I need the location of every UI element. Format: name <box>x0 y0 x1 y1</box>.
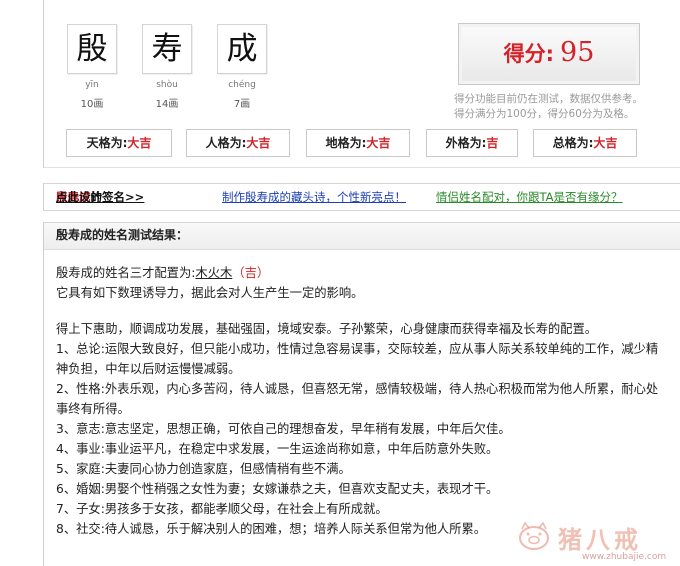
sancai-value: 木火木 <box>195 266 233 280</box>
score-note-2: 得分满分为100分，得分60分为及格。 <box>454 108 635 120</box>
result-header: 殷寿成的姓名测试结果： <box>44 223 680 250</box>
grade-zongge-value: 大吉 <box>593 136 618 150</box>
result-item-5: 5、家庭:夫妻同心协力创造家庭，但感情稍有些不满。 <box>56 462 351 476</box>
grade-waige-label: 外格为: <box>445 136 487 150</box>
name-char-2: 寿 <box>142 24 192 74</box>
result-item-4: 4、事业:事业运平凡，在稳定中求发展，一生运途尚称如意，中年后防意外失败。 <box>56 442 499 456</box>
sancai-prefix: 殷寿成的姓名三才配置为: <box>56 266 196 280</box>
result-item-1: 1、总论:运限大致良好，但只能小成功，性情过急容易误事，交际较差，应从事人际关系… <box>56 342 659 376</box>
design-signature-link[interactable]: 点此设计 殷寿成的签名>> <box>56 184 144 210</box>
result-summary: 得上下惠助，顺调成功发展，基础强固，境域安泰。子孙繁荣，心身健康而获得幸福及长寿… <box>56 322 598 336</box>
sancai-grade: （吉） <box>232 266 270 280</box>
name-char-1-strokes: 10画 <box>80 99 104 110</box>
action-link-bar: 点此设计 殷寿成的签名>> 制作殷寿成的藏头诗，个性新亮点！ 情侣姓名配对，你跟T… <box>43 183 680 211</box>
grade-renge: 人格为:大吉 <box>186 129 290 157</box>
name-char-1: 殷 <box>67 24 117 74</box>
couple-name-match-link[interactable]: 情侣姓名配对，你跟TA是否有缘分？ <box>436 184 623 210</box>
name-char-2-pinyin: shòu <box>156 80 178 90</box>
grade-renge-label: 人格为: <box>205 136 247 150</box>
name-char-2-strokes: 14画 <box>155 99 179 110</box>
grade-tiange: 天格为:大吉 <box>66 129 172 157</box>
grade-dige: 地格为:大吉 <box>306 129 410 157</box>
score-value: 95 <box>560 37 595 68</box>
site-watermark: 猪八戒 www.zhubajie.com <box>516 520 672 564</box>
score-note-1: 得分功能目前仍在测试，数据仅供参考。 <box>454 93 643 105</box>
name-char-3: 成 <box>217 24 267 74</box>
result-item-7: 7、子女:男孩多于女孩，都能孝顺父母，在社会上有所成就。 <box>56 502 388 516</box>
grade-zongge-label: 总格为: <box>552 136 594 150</box>
grade-waige: 外格为:吉 <box>426 129 518 157</box>
name-char-3-pinyin: chéng <box>228 80 256 90</box>
test-result-panel: 殷寿成的姓名测试结果： 殷寿成的姓名三才配置为:木火木（吉） 它具有如下数理诱导… <box>43 222 680 566</box>
result-item-2: 2、性格:外表乐观，内心多苦闷，待人诚恳，但喜怒无常，感情较极端，待人热心积极而… <box>56 382 659 416</box>
grade-waige-value: 吉 <box>486 136 499 150</box>
sancai-line-2: 它具有如下数理诱导力，据此会对人生产生一定的影响。 <box>56 286 364 300</box>
score-label: 得分: <box>503 42 555 66</box>
grade-tiange-value: 大吉 <box>127 136 152 150</box>
pig-logo-icon <box>519 521 549 550</box>
result-item-6: 6、婚姻:男娶个性稍强之女性为妻；女嫁谦恭之夫，但喜欢支配丈夫，表现才干。 <box>56 482 499 496</box>
watermark-url: www.zhubajie.com <box>582 552 667 562</box>
watermark-text: 猪八戒 <box>558 526 642 554</box>
grade-dige-value: 大吉 <box>366 136 391 150</box>
name-char-1-pinyin: yīn <box>85 80 99 90</box>
sancai-line: 殷寿成的姓名三才配置为:木火木（吉） <box>56 263 668 283</box>
acrostic-poem-link[interactable]: 制作殷寿成的藏头诗，个性新亮点！ <box>222 184 406 210</box>
grade-tiange-label: 天格为: <box>86 136 128 150</box>
result-item-3: 3、意志:意志坚定，思想正确，可依自己的理想奋发，早年稍有发展，中年后欠佳。 <box>56 422 511 436</box>
grade-renge-value: 大吉 <box>246 136 271 150</box>
grade-dige-label: 地格为: <box>325 136 367 150</box>
score-box: 得分: 95 <box>458 23 640 85</box>
grade-zongge: 总格为:大吉 <box>533 129 637 157</box>
design-signature-prefix: 点此设计 <box>56 190 102 204</box>
name-char-3-strokes: 7画 <box>233 99 251 110</box>
